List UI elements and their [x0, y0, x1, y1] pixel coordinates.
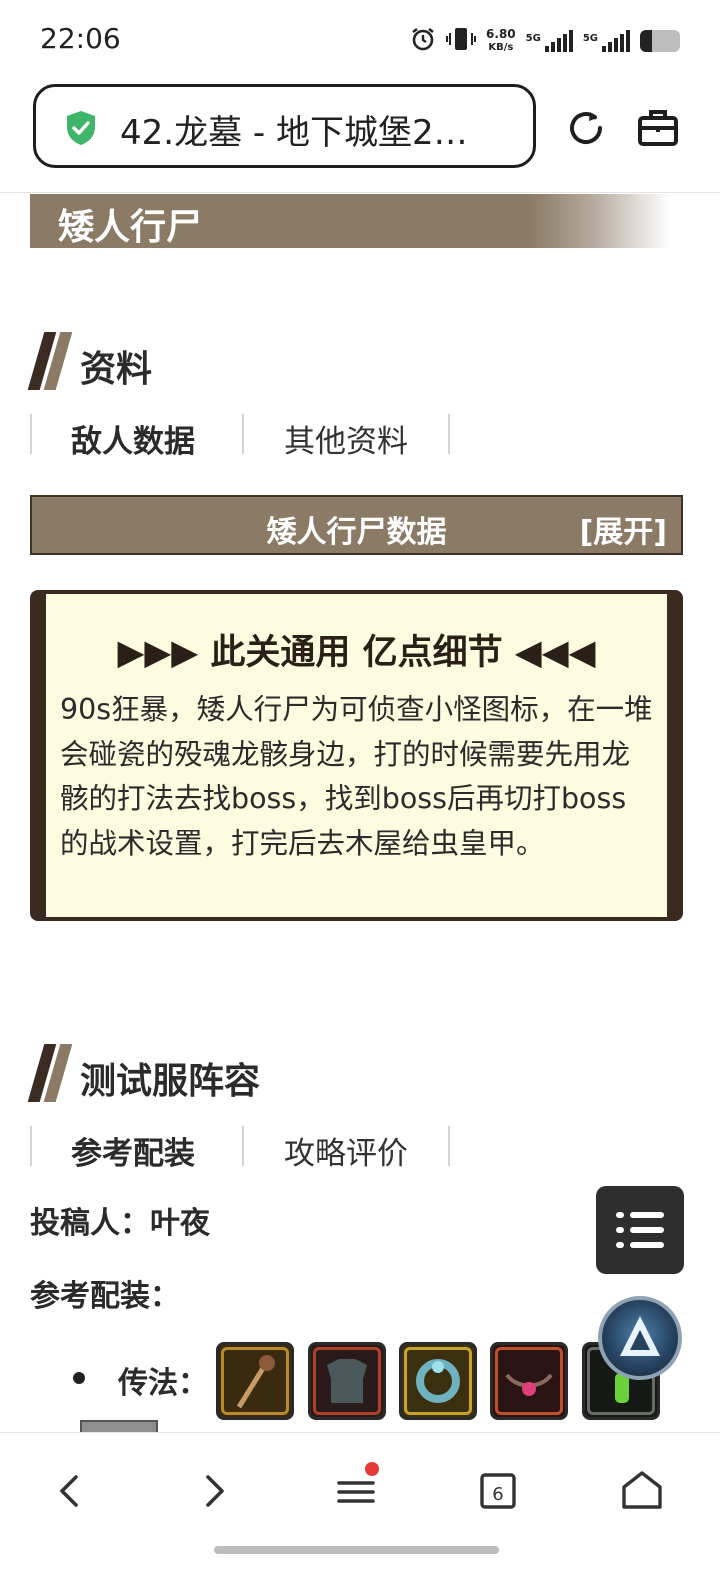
- vibrate-icon: [446, 26, 477, 56]
- alarm-icon: [410, 26, 436, 56]
- battery-icon: [640, 30, 680, 52]
- tab-enemy-data[interactable]: 敌人数据: [71, 416, 195, 461]
- tip-body: 90s狂暴，矮人行尸为可侦查小怪图标，在一堆会碰瓷的殁魂龙骸身边，打的时候需要先…: [60, 693, 653, 860]
- gear-label: 参考配装：: [30, 1279, 180, 1314]
- status-time: 22:06: [40, 22, 121, 55]
- ring-icon[interactable]: [399, 1342, 477, 1420]
- section-title-lineup: 测试服阵容: [80, 1061, 261, 1102]
- signal-strength-sim1-icon: 5G: [526, 30, 573, 52]
- logo-icon: [620, 1316, 660, 1356]
- tab-count: 6: [492, 1484, 503, 1505]
- status-icons: 6.80 KB/s 5G 5G: [410, 24, 680, 58]
- tip-content: ▶▶▶ 此关通用 亿点细节 ◀◀◀ 90s狂暴，矮人行尸为可侦查小怪图标，在一堆…: [46, 594, 667, 917]
- menu-icon[interactable]: [326, 1461, 386, 1521]
- armor-icon[interactable]: [308, 1342, 386, 1420]
- enemy-data-header[interactable]: 矮人行尸数据 [展开]: [30, 495, 683, 555]
- class-label: 传法：: [118, 1366, 208, 1401]
- boss-name: 矮人行尸: [58, 207, 203, 248]
- browser-bottom-nav: 6: [0, 1432, 720, 1585]
- amulet-icon[interactable]: [490, 1342, 568, 1420]
- section-marker-icon: [27, 332, 73, 390]
- info-tabs: 敌人数据 其他资料: [30, 414, 460, 461]
- address-bar[interactable]: 42.龙墓 - 地下城堡2…: [33, 84, 536, 168]
- section-title-info: 资料: [80, 349, 153, 390]
- tab-reference-gear[interactable]: 参考配装: [71, 1128, 195, 1173]
- boss-name-banner: 矮人行尸: [30, 194, 670, 248]
- secure-shield-icon: [64, 109, 98, 151]
- page-title[interactable]: 42.龙墓 - 地下城堡2…: [120, 105, 510, 154]
- tip-box: ▶▶▶ 此关通用 亿点细节 ◀◀◀ 90s狂暴，矮人行尸为可侦查小怪图标，在一堆…: [30, 590, 683, 921]
- tab-other-info[interactable]: 其他资料: [284, 416, 408, 461]
- reload-icon[interactable]: [564, 106, 608, 154]
- floating-assistant-button[interactable]: [598, 1296, 682, 1380]
- forward-icon[interactable]: [184, 1461, 244, 1521]
- divider: [0, 192, 720, 193]
- sim1-label: 5G: [525, 33, 541, 44]
- tip-title: ▶▶▶ 此关通用 亿点细节 ◀◀◀: [117, 633, 596, 673]
- bullet: [73, 1372, 85, 1384]
- home-indicator[interactable]: [214, 1546, 499, 1554]
- staff-icon[interactable]: [216, 1342, 294, 1420]
- back-icon[interactable]: [40, 1461, 100, 1521]
- lineup-tabs: 参考配装 攻略评价: [30, 1126, 460, 1173]
- expand-button[interactable]: [展开]: [580, 507, 667, 551]
- toolbox-icon[interactable]: [636, 106, 680, 154]
- tab-strategy-review[interactable]: 攻略评价: [284, 1128, 408, 1173]
- sim2-label: 5G: [582, 33, 598, 44]
- net-speed-unit: KB/s: [488, 42, 514, 53]
- status-bar: 22:06 6.80 KB/s 5G 5G: [0, 0, 720, 80]
- signal-strength-sim2-icon: 5G: [583, 30, 630, 52]
- net-speed: 6.80 KB/s: [486, 28, 516, 54]
- home-icon[interactable]: [612, 1461, 672, 1521]
- tabs-icon[interactable]: 6: [468, 1461, 528, 1521]
- section-marker-icon: [27, 1044, 73, 1102]
- table-of-contents-button[interactable]: [596, 1186, 684, 1274]
- contributor-label: 投稿人：叶夜: [30, 1206, 210, 1241]
- net-speed-value: 6.80: [486, 27, 516, 41]
